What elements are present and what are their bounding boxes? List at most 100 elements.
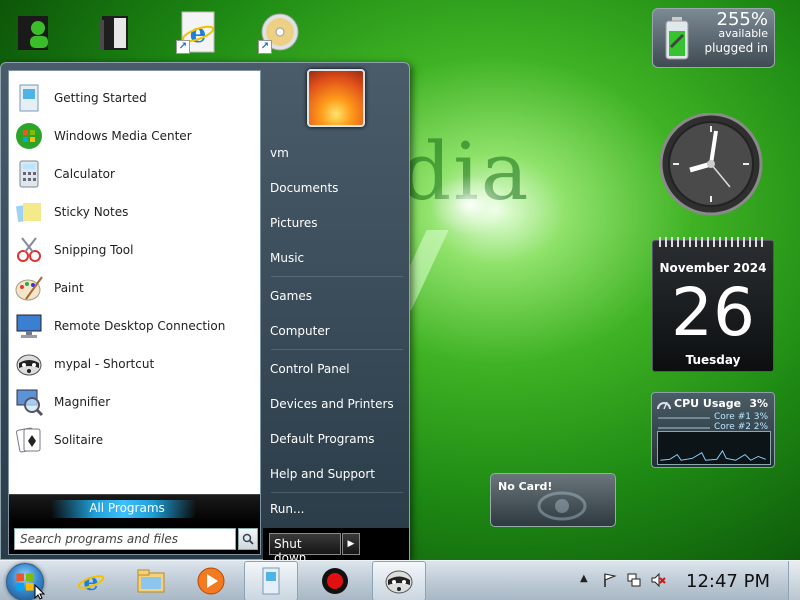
place-pictures[interactable]: Pictures	[270, 216, 318, 230]
place-run[interactable]: Run...	[270, 502, 304, 516]
program-sticky-notes[interactable]: Sticky Notes	[11, 194, 259, 230]
clock-gadget[interactable]	[650, 113, 772, 216]
program-label: Magnifier	[54, 395, 111, 409]
program-calculator[interactable]: Calculator	[11, 156, 259, 192]
place-computer[interactable]: Computer	[270, 324, 330, 338]
program-label: Snipping Tool	[54, 243, 134, 257]
taskbar-clock[interactable]: 12:47 PM	[686, 571, 770, 592]
paint-icon	[13, 272, 45, 304]
program-snipping-tool[interactable]: Snipping Tool	[11, 232, 259, 268]
program-label: Solitaire	[54, 433, 104, 447]
record-icon	[322, 568, 348, 594]
start-menu-places-pane: vm Documents Pictures Music Games Comput…	[263, 63, 409, 533]
getting-started-icon	[13, 82, 45, 114]
action-center-flag-icon[interactable]	[602, 572, 618, 588]
shutdown-options-button[interactable]: ▶	[342, 533, 360, 555]
calendar-day: 26	[671, 274, 755, 351]
internet-explorer-icon: e	[77, 567, 105, 596]
all-programs-button[interactable]: All Programs	[9, 494, 260, 524]
user-folder-icon[interactable]	[10, 8, 58, 56]
gauge-icon	[657, 401, 671, 410]
solitaire-icon	[13, 424, 45, 456]
show-hidden-icons-button[interactable]: ▲	[580, 573, 588, 584]
calendar-weekday: Tuesday	[685, 353, 741, 367]
taskbar: e ▲ 12:47 PM	[0, 560, 800, 600]
cpu-usage-title: CPU Usage	[674, 397, 742, 410]
media-player-icon	[197, 567, 225, 595]
mypal-icon	[385, 570, 413, 594]
program-label: Remote Desktop Connection	[54, 319, 226, 333]
mouse-cursor-icon	[34, 584, 46, 600]
eye-logo-icon	[537, 491, 587, 521]
place-music[interactable]: Music	[270, 251, 304, 265]
battery-status: available	[718, 27, 768, 40]
file-explorer-icon	[137, 569, 165, 593]
shortcut-arrow-icon: ↗	[258, 40, 272, 54]
mypal-icon	[13, 348, 45, 380]
taskbar-getting-started[interactable]	[244, 561, 298, 600]
dvd-drive-icon[interactable]: ↗	[256, 8, 304, 56]
remote-desktop-icon	[13, 310, 45, 342]
getting-started-icon	[262, 567, 280, 595]
card-gadget[interactable]: No Card!	[490, 473, 616, 527]
start-menu-program-pane: Getting Started Windows Media Center Cal…	[8, 70, 261, 555]
places-divider	[271, 276, 403, 277]
cpu-core-bar	[658, 417, 710, 419]
program-windows-media-center[interactable]: Windows Media Center	[11, 118, 259, 154]
user-picture[interactable]	[307, 69, 365, 127]
program-solitaire[interactable]: Solitaire	[11, 422, 259, 458]
cpu-core-row: Core #1 3%	[658, 412, 768, 422]
wallpaper-flare	[430, 175, 510, 235]
battery-power-source: plugged in	[704, 41, 768, 55]
place-default-programs[interactable]: Default Programs	[270, 432, 375, 446]
taskbar-recorder[interactable]	[308, 561, 362, 600]
battery-icon	[665, 17, 689, 60]
program-label: Calculator	[54, 167, 115, 181]
volume-muted-icon[interactable]	[650, 572, 666, 588]
program-remote-desktop-connection[interactable]: Remote Desktop Connection	[11, 308, 259, 344]
shortcut-arrow-icon: ↗	[176, 40, 190, 54]
program-label: Paint	[54, 281, 84, 295]
taskbar-file-explorer[interactable]	[124, 561, 178, 600]
cpu-history-graph	[657, 431, 771, 465]
place-documents[interactable]: Documents	[270, 181, 338, 195]
battery-gadget[interactable]: 255% available plugged in	[652, 8, 775, 68]
program-label: Windows Media Center	[54, 129, 192, 143]
network-icon[interactable]	[626, 572, 642, 588]
documents-folder-icon[interactable]	[92, 8, 140, 56]
program-paint[interactable]: Paint	[11, 270, 259, 306]
place-control-panel[interactable]: Control Panel	[270, 362, 350, 376]
calculator-icon	[13, 158, 45, 190]
place-help-and-support[interactable]: Help and Support	[270, 467, 375, 481]
cpu-usage-gadget[interactable]: CPU Usage 3% Core #1 3% Core #2 2%	[651, 392, 775, 468]
internet-explorer-icon[interactable]: e ↗	[174, 8, 222, 56]
snipping-tool-icon	[13, 234, 45, 266]
cpu-core-value: 3%	[753, 412, 768, 422]
program-getting-started[interactable]: Getting Started	[11, 80, 259, 116]
place-user-folder[interactable]: vm	[270, 146, 289, 160]
show-desktop-button[interactable]	[788, 561, 800, 600]
shutdown-button[interactable]: Shut down	[269, 533, 341, 565]
program-mypal-shortcut[interactable]: mypal - Shortcut	[11, 346, 259, 382]
all-programs-label: All Programs	[89, 501, 165, 515]
taskbar-mypal[interactable]	[372, 561, 426, 600]
taskbar-internet-explorer[interactable]: e	[64, 561, 118, 600]
place-devices-and-printers[interactable]: Devices and Printers	[270, 397, 394, 411]
calendar-month: November 2024	[659, 261, 767, 275]
start-menu: Getting Started Windows Media Center Cal…	[0, 62, 410, 565]
places-divider	[271, 492, 403, 493]
svg-text:e: e	[83, 567, 98, 596]
program-label: Sticky Notes	[54, 205, 129, 219]
calendar-gadget[interactable]: November 2024 26 Tuesday	[652, 237, 774, 372]
start-search-input[interactable]: Search programs and files	[14, 528, 236, 550]
program-magnifier[interactable]: Magnifier	[11, 384, 259, 420]
svg-text:e: e	[190, 19, 207, 49]
magnifier-icon	[13, 386, 45, 418]
search-icon	[242, 533, 254, 545]
search-button[interactable]	[238, 528, 258, 550]
place-games[interactable]: Games	[270, 289, 312, 303]
media-center-icon	[13, 120, 45, 152]
taskbar-media-player[interactable]	[184, 561, 238, 600]
cpu-usage-total: 3%	[749, 397, 768, 410]
program-label: Getting Started	[54, 91, 147, 105]
